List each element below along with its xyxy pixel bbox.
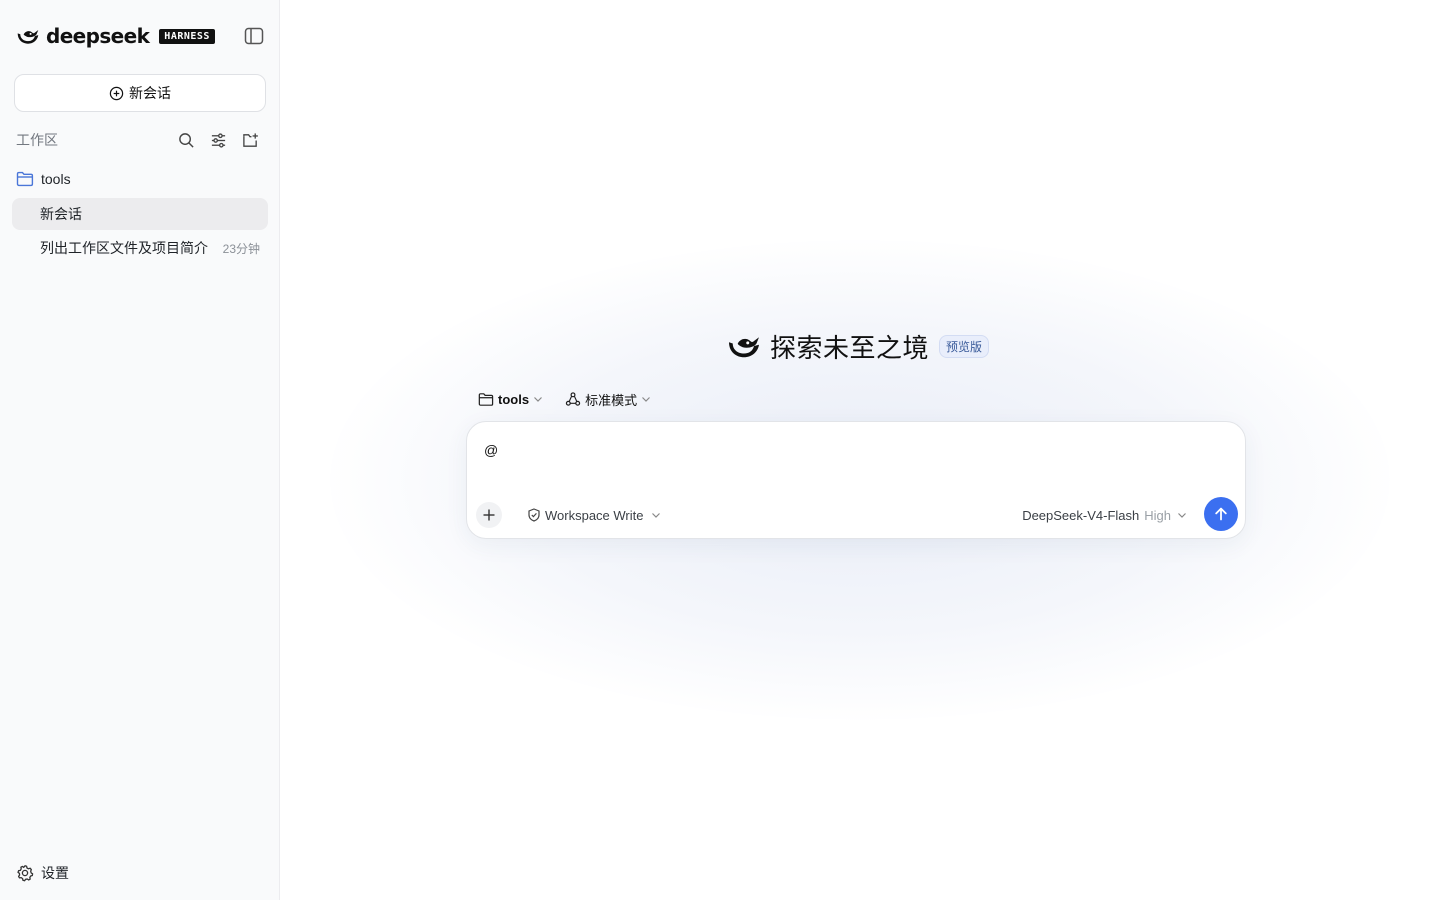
send-button[interactable] bbox=[1204, 497, 1238, 531]
whale-logo-icon bbox=[17, 30, 39, 44]
settings-label: 设置 bbox=[41, 865, 69, 881]
session-item[interactable]: 列出工作区文件及项目简介 23分钟 bbox=[12, 232, 268, 264]
folder-plus-icon bbox=[242, 132, 258, 147]
mode-picker[interactable]: 标准模式 bbox=[565, 390, 651, 409]
search-icon bbox=[178, 132, 194, 148]
preview-badge: 预览版 bbox=[939, 334, 990, 358]
settings-button[interactable]: 设置 bbox=[16, 862, 69, 884]
session-item[interactable]: 新会话 bbox=[12, 198, 268, 230]
main-panel: 探索未至之境 预览版 tools 标准模式 @ Workspace Write … bbox=[280, 0, 1440, 900]
plus-circle-icon bbox=[109, 86, 124, 100]
new-folder-button[interactable] bbox=[234, 128, 266, 152]
workspace-picker[interactable]: tools bbox=[478, 392, 543, 407]
new-chat-button[interactable]: 新会话 bbox=[14, 74, 266, 112]
mode-picker-label: 标准模式 bbox=[585, 392, 638, 408]
message-input[interactable] bbox=[484, 438, 1224, 462]
filter-button[interactable] bbox=[202, 128, 234, 152]
brand-badge: HARNESS bbox=[159, 28, 215, 44]
arrow-up-icon bbox=[1215, 507, 1227, 521]
picker-bar: tools 标准模式 bbox=[478, 388, 651, 410]
mode-icon bbox=[565, 391, 581, 406]
chevron-down-icon bbox=[534, 397, 542, 402]
workspace-header: 工作区 bbox=[16, 128, 266, 152]
composer: Workspace Write DeepSeek-V4-Flash High bbox=[466, 421, 1246, 539]
model-picker[interactable]: DeepSeek-V4-Flash High bbox=[1022, 506, 1187, 524]
chevron-down-icon bbox=[1178, 513, 1186, 518]
folder-icon bbox=[16, 171, 34, 187]
whale-logo-icon bbox=[729, 337, 759, 358]
folder-name: tools bbox=[41, 171, 71, 187]
effort-level: High bbox=[1144, 507, 1171, 523]
shield-check-icon bbox=[528, 508, 540, 522]
session-title: 新会话 bbox=[40, 206, 82, 222]
model-name: DeepSeek-V4-Flash bbox=[1022, 507, 1140, 523]
brand: deepseek HARNESS bbox=[16, 24, 215, 48]
permission-picker[interactable]: Workspace Write bbox=[527, 506, 661, 524]
session-title: 列出工作区文件及项目简介 bbox=[40, 240, 208, 256]
session-time: 23分钟 bbox=[222, 241, 260, 256]
search-button[interactable] bbox=[170, 128, 202, 152]
gear-icon bbox=[17, 865, 34, 882]
chevron-down-icon bbox=[642, 397, 651, 402]
chevron-down-icon bbox=[651, 513, 660, 518]
sidebar-toggle-icon[interactable] bbox=[244, 27, 264, 45]
workspace-title: 工作区 bbox=[16, 132, 58, 148]
folder-icon bbox=[478, 392, 494, 406]
workspace-picker-label: tools bbox=[498, 391, 530, 407]
hero: 探索未至之境 预览版 bbox=[726, 328, 990, 364]
workspace-folder[interactable]: tools bbox=[16, 168, 71, 190]
sidebar: deepseek HARNESS 新会话 工作区 tools 新会话 列出工作区… bbox=[0, 0, 280, 900]
attach-button[interactable] bbox=[476, 502, 502, 528]
permission-label: Workspace Write bbox=[545, 507, 644, 523]
brand-name: deepseek bbox=[46, 24, 150, 48]
hero-title: 探索未至之境 bbox=[770, 332, 930, 363]
new-chat-label: 新会话 bbox=[129, 85, 171, 101]
plus-icon bbox=[483, 509, 495, 521]
sliders-icon bbox=[211, 132, 225, 148]
